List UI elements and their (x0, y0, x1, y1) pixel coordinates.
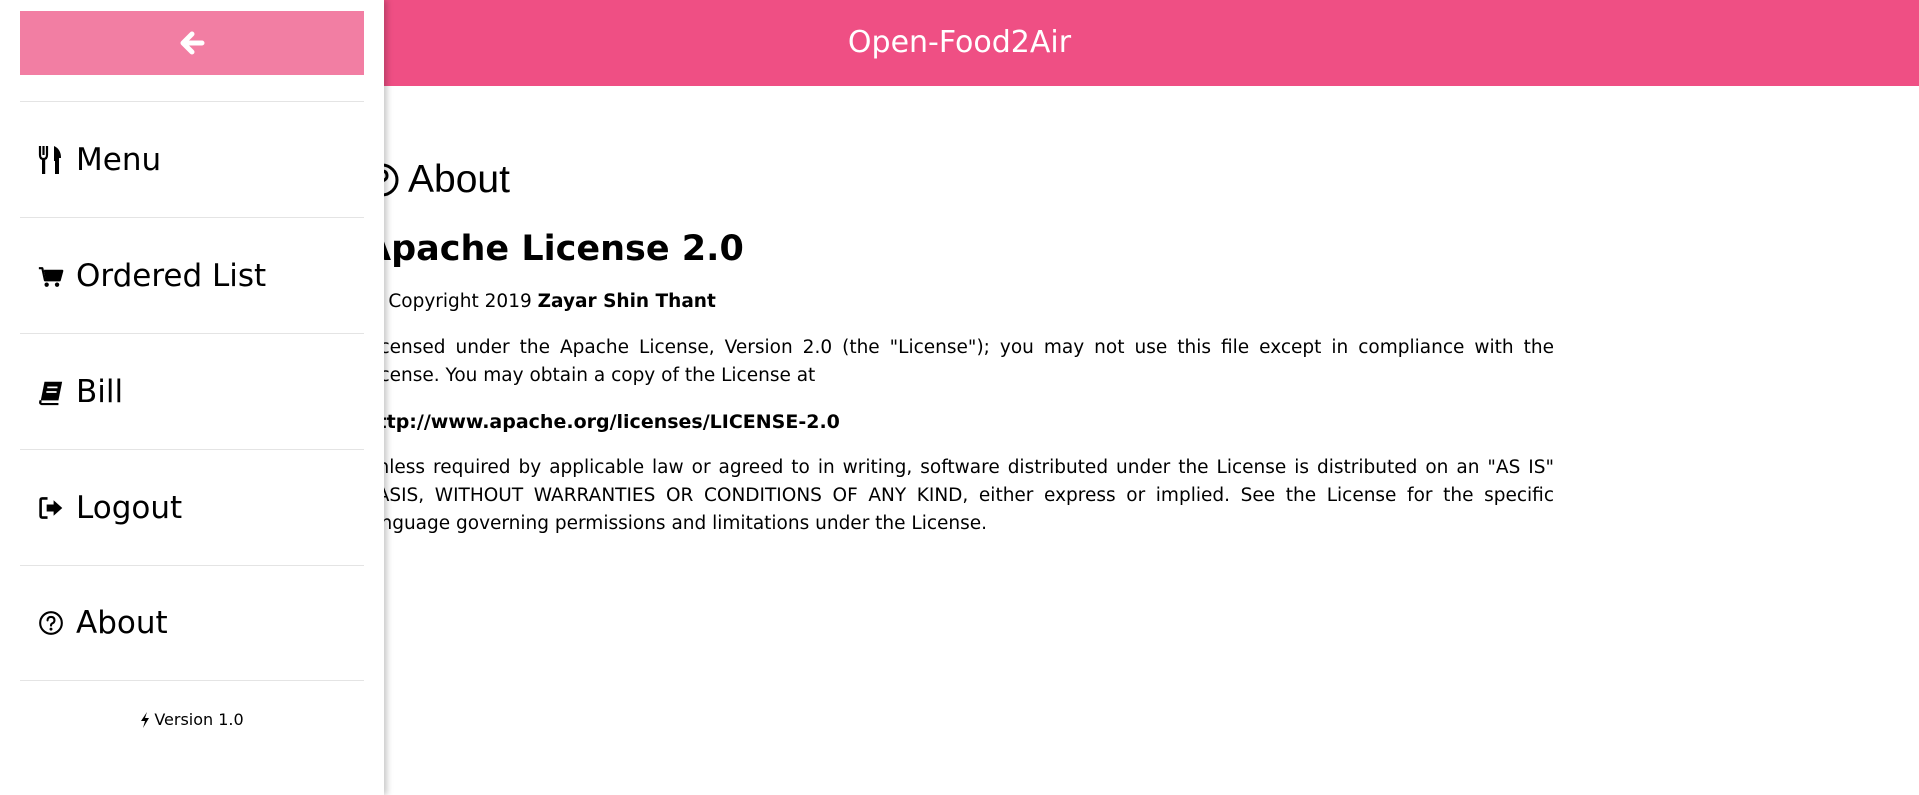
sign-out-icon (39, 496, 63, 519)
drawer-item-label: Logout (76, 489, 183, 526)
utensils-icon (38, 145, 61, 174)
drawer-item-label: Menu (76, 141, 162, 178)
drawer-item-ordered-list[interactable]: Ordered List (20, 217, 364, 333)
drawer-nav: Menu Ordered List Bill Logout About (20, 101, 364, 681)
question-circle-icon (39, 611, 63, 635)
arrow-left-icon (180, 31, 205, 55)
license-title: Apache License 2.0 (364, 229, 744, 269)
cart-icon (38, 266, 64, 287)
drawer-item-menu[interactable]: Menu (20, 101, 364, 217)
license-paragraph: Licensed under the Apache License, Versi… (364, 337, 1554, 386)
drawer-item-about[interactable]: About (20, 565, 364, 681)
copyright-author: Zayar Shin Thant (537, 291, 716, 312)
copyright-prefix: © Copyright 2019 (364, 291, 532, 312)
version-text: Version 1.0 (154, 710, 244, 729)
drawer-item-label: About (76, 605, 168, 641)
drawer-item-bill[interactable]: Bill (20, 333, 364, 449)
about-content: About Apache License 2.0 © Copyright 201… (364, 150, 1554, 538)
version-label: Version 1.0 (20, 710, 364, 729)
disclaimer-paragraph: Unless required by applicable law or agr… (364, 457, 1554, 534)
copyright-line: © Copyright 2019 Zayar Shin Thant (364, 288, 1554, 316)
drawer-item-label: Ordered List (76, 257, 267, 294)
side-drawer: Menu Ordered List Bill Logout About Vers… (0, 0, 384, 795)
license-link: http://www.apache.org/licenses/LICENSE-2… (364, 411, 840, 433)
drawer-item-label: Bill (76, 373, 124, 410)
bolt-icon (141, 711, 150, 728)
book-icon (39, 381, 63, 405)
page-title-text: About (408, 158, 510, 201)
back-button[interactable] (20, 11, 364, 75)
drawer-item-logout[interactable]: Logout (20, 449, 364, 565)
page-title: About (364, 150, 1554, 210)
